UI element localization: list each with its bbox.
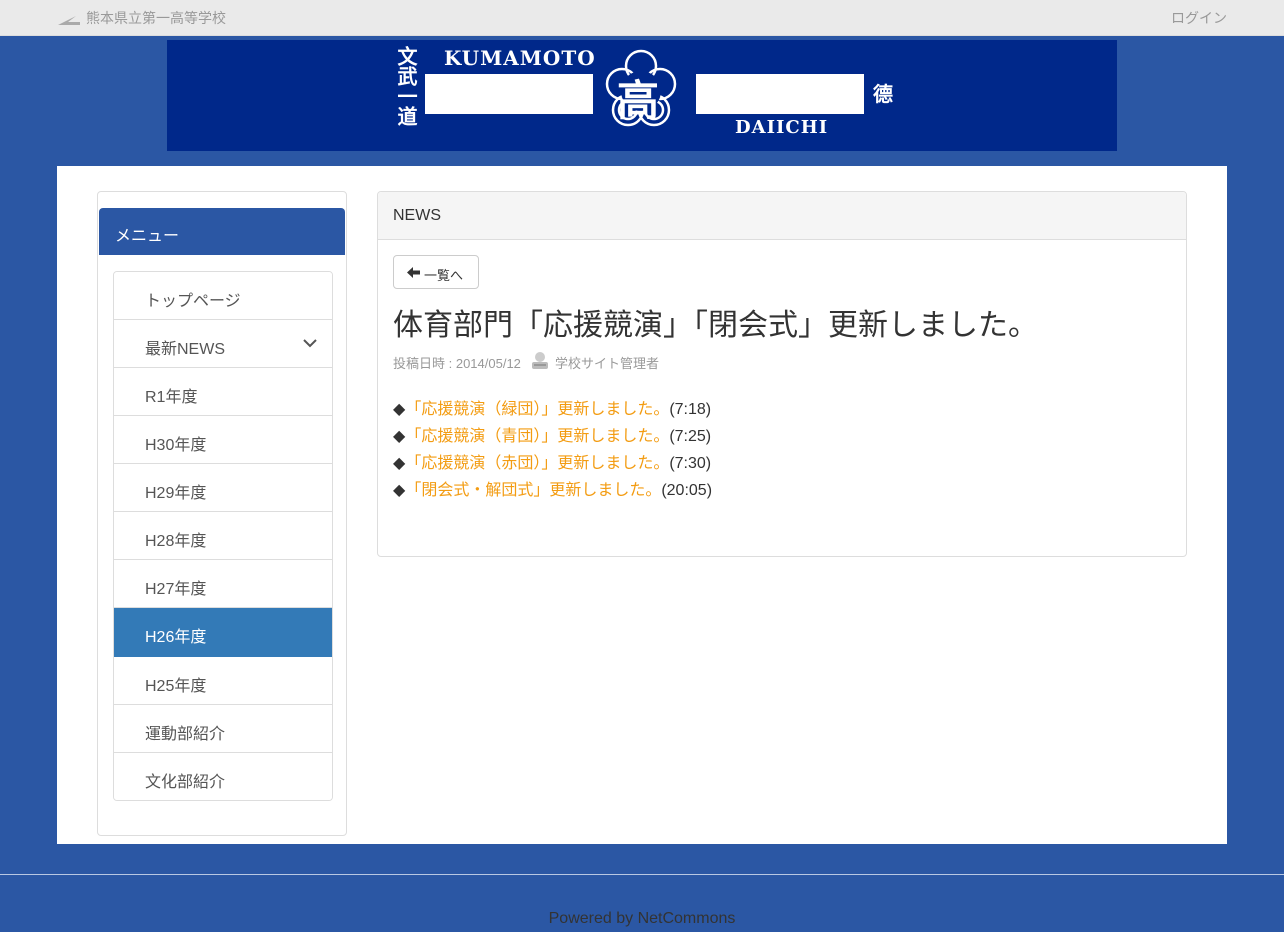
posted-date: 投稿日時 : 2014/05/12 <box>393 356 521 371</box>
menu-item-culture-clubs[interactable]: 文化部紹介 <box>114 753 332 800</box>
top-bar: 熊本県立第一高等学校 ログイン <box>0 0 1284 36</box>
bullet: ◆ <box>393 428 406 445</box>
footer-divider <box>0 874 1284 875</box>
menu-item-label: H26年度 <box>145 629 207 646</box>
menu-item-h26[interactable]: H26年度 <box>114 608 332 657</box>
news-time: (7:30) <box>669 455 712 472</box>
arrow-left-icon <box>407 267 420 278</box>
banner-crest-char: 高 <box>617 76 660 125</box>
news-line: ◆「応援競演（青団）」更新しました。(7:25) <box>393 423 712 450</box>
menu-item-label: 文化部紹介 <box>145 774 226 791</box>
news-link[interactable]: 「応援競演（青団）」更新しました。 <box>405 428 669 445</box>
menu-item-label: H25年度 <box>145 678 207 695</box>
menu-item-h25[interactable]: H25年度 <box>114 657 332 705</box>
author-name[interactable]: 学校サイト管理者 <box>555 353 659 372</box>
menu-item-label: H29年度 <box>145 485 207 502</box>
user-avatar-icon[interactable] <box>531 350 549 369</box>
menu-item-label: トップページ <box>145 293 241 310</box>
news-link[interactable]: 「応援競演（緑団）」更新しました。 <box>405 401 669 418</box>
powered-by: Powered by NetCommons <box>0 910 1284 928</box>
header-banner[interactable]: 文武一道 KUMAMOTO 高 DAIICHI 德 <box>167 40 1117 151</box>
back-button-label: 一覧へ <box>424 268 464 283</box>
menu-list: トップページ 最新NEWS R1年度 H30年度 H29年度 H28年度 H27… <box>113 271 333 801</box>
menu-heading: メニュー <box>99 208 345 255</box>
news-panel-header: NEWS <box>378 192 1186 240</box>
news-line: ◆「応援競演（赤団）」更新しました。(7:30) <box>393 450 712 477</box>
back-to-list-button[interactable]: 一覧へ <box>393 255 479 289</box>
news-time: (20:05) <box>661 482 713 499</box>
article-body: ◆「応援競演（緑団）」更新しました。(7:18) ◆「応援競演（青団）」更新しま… <box>393 396 712 504</box>
banner-char-right: 德 <box>873 82 893 106</box>
sidebar: メニュー トップページ 最新NEWS R1年度 H30年度 H29年度 H28年… <box>97 191 347 836</box>
menu-item-label: 最新NEWS <box>145 341 226 358</box>
news-link[interactable]: 「応援競演（赤団）」更新しました。 <box>405 455 669 472</box>
menu-item-sports-clubs[interactable]: 運動部紹介 <box>114 705 332 753</box>
menu-item-h30[interactable]: H30年度 <box>114 416 332 464</box>
menu-heading-label: メニュー <box>115 228 180 245</box>
bullet: ◆ <box>393 455 406 472</box>
menu-item-h27[interactable]: H27年度 <box>114 560 332 608</box>
news-panel: NEWS 一覧へ 体育部門「応援競演」「閉会式」更新しました。 投稿日時 : 2… <box>377 191 1187 557</box>
news-line: ◆「応援競演（緑団）」更新しました。(7:18) <box>393 396 712 423</box>
menu-item-label: H28年度 <box>145 533 207 550</box>
menu-item-label: 運動部紹介 <box>145 726 226 743</box>
menu-item-label: H30年度 <box>145 437 207 454</box>
menu-item-latest-news[interactable]: 最新NEWS <box>114 320 332 368</box>
menu-item-label: R1年度 <box>145 389 198 406</box>
news-time: (7:25) <box>669 428 712 445</box>
banner-white-box-right <box>696 74 864 114</box>
news-time: (7:18) <box>669 401 712 418</box>
menu-item-h28[interactable]: H28年度 <box>114 512 332 560</box>
news-panel-title: NEWS <box>393 207 441 224</box>
netcommons-link[interactable]: NetCommons <box>638 910 736 927</box>
banner-white-box-left <box>425 74 593 114</box>
menu-item-r1[interactable]: R1年度 <box>114 368 332 416</box>
bullet: ◆ <box>393 401 406 418</box>
menu-item-top[interactable]: トップページ <box>114 272 332 320</box>
article-title: 体育部門「応援競演」「閉会式」更新しました。 <box>393 309 1038 342</box>
article-meta: 投稿日時 : 2014/05/12 学校サイト管理者 <box>393 352 659 372</box>
site-logo-icon <box>58 16 80 25</box>
chevron-down-icon[interactable] <box>302 337 318 349</box>
banner-kumamoto: KUMAMOTO <box>444 46 596 70</box>
news-line: ◆「閉会式・解団式」更新しました。(20:05) <box>393 477 712 504</box>
banner-motto-left: 文武一道 <box>394 46 418 126</box>
banner-daiichi: DAIICHI <box>735 117 829 138</box>
menu-item-h29[interactable]: H29年度 <box>114 464 332 512</box>
main-container: メニュー トップページ 最新NEWS R1年度 H30年度 H29年度 H28年… <box>57 166 1227 844</box>
bullet: ◆ <box>393 482 406 499</box>
powered-prefix: Powered by <box>548 910 638 927</box>
login-link[interactable]: ログイン <box>1171 8 1227 28</box>
menu-item-label: H27年度 <box>145 581 207 598</box>
site-name[interactable]: 熊本県立第一高等学校 <box>86 8 226 28</box>
news-link[interactable]: 「閉会式・解団式」更新しました。 <box>405 482 661 499</box>
